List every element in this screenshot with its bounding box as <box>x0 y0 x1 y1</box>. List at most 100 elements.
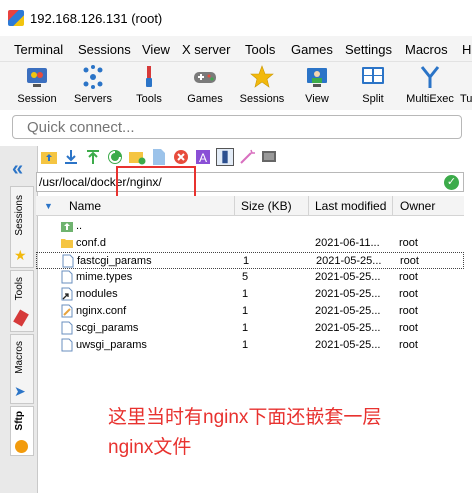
file-row[interactable]: uwsgi_params 1 2021-05-25... root <box>36 337 464 354</box>
file-size: 5 <box>242 271 249 283</box>
file-name: scgi_params <box>76 322 139 334</box>
file-owner: root <box>400 255 419 267</box>
col-size[interactable]: Size (KB) <box>241 199 292 213</box>
menu-help[interactable]: H <box>462 42 471 57</box>
new-file-icon[interactable] <box>150 148 168 166</box>
annotation-text: 这里当时有nginx下面还嵌套一层 nginx文件 <box>108 403 448 463</box>
sort-arrow-icon[interactable]: ▼ <box>44 201 53 211</box>
file-size: 1 <box>243 255 250 267</box>
file-owner: root <box>399 237 418 249</box>
split-button[interactable]: Split <box>354 64 392 105</box>
terminal-icon[interactable] <box>260 148 278 166</box>
tools-icon <box>146 66 152 87</box>
split-icon <box>362 67 384 84</box>
file-table-header: ▼ Name Size (KB) Last modified Owner <box>36 196 464 216</box>
gamepad-icon <box>194 72 216 83</box>
file-name: conf.d <box>76 237 106 249</box>
file-icon <box>61 338 73 352</box>
parent-folder-icon[interactable] <box>40 148 58 166</box>
file-modified: 2021-05-25... <box>315 305 381 317</box>
file-owner: root <box>399 339 418 351</box>
confirm-path-icon[interactable]: ✓ <box>444 175 459 190</box>
menu-games[interactable]: Games <box>291 42 333 57</box>
multiexec-icon <box>420 66 440 88</box>
window-title: 192.168.126.131 (root) <box>30 11 163 26</box>
annotation-line-1: 这里当时有nginx下面还嵌套一层 <box>108 407 382 428</box>
servers-button[interactable]: Servers <box>70 64 116 105</box>
file-row[interactable]: scgi_params 1 2021-05-25... root <box>36 320 464 337</box>
menu-tools[interactable]: Tools <box>245 42 275 57</box>
paper-plane-icon: ➤ <box>14 383 26 399</box>
file-owner: root <box>399 305 418 317</box>
terminal-follow-icon[interactable] <box>216 148 234 166</box>
tunneling-icon <box>460 64 472 90</box>
tab-tools[interactable]: Tools <box>10 270 34 332</box>
tab-sessions[interactable]: Sessions ★ <box>10 186 34 268</box>
tunneling-button[interactable]: Tu <box>460 64 472 105</box>
session-button[interactable]: Session <box>16 64 58 105</box>
menu-sessions[interactable]: Sessions <box>78 42 131 57</box>
file-size: 1 <box>242 305 249 317</box>
file-row[interactable]: nginx.conf 1 2021-05-25... root <box>36 303 464 320</box>
path-input[interactable]: /usr/local/docker/nginx/ ✓ <box>36 172 464 192</box>
file-name: uwsgi_params <box>76 339 147 351</box>
rename-icon[interactable]: A <box>194 148 212 166</box>
menu-x-server[interactable]: X server <box>182 42 230 57</box>
quick-connect-input[interactable] <box>12 115 462 139</box>
file-owner: root <box>399 288 418 300</box>
file-modified: 2021-05-25... <box>315 322 381 334</box>
view-icon <box>307 68 327 87</box>
games-button[interactable]: Games <box>184 64 226 105</box>
sessions-button[interactable]: Sessions <box>238 64 286 105</box>
file-size: 1 <box>242 339 249 351</box>
collapse-sidebar-icon[interactable]: « <box>12 158 23 181</box>
sftp-globe-icon <box>15 440 28 453</box>
file-row[interactable]: modules 1 2021-05-25... root <box>36 286 464 303</box>
file-name: fastcgi_params <box>77 255 152 267</box>
file-row[interactable]: fastcgi_params 1 2021-05-25... root <box>36 252 464 269</box>
new-folder-icon[interactable] <box>128 148 146 166</box>
file-owner: root <box>399 271 418 283</box>
folder-icon <box>61 239 73 248</box>
menu-view[interactable]: View <box>142 42 170 57</box>
file-row[interactable]: mime.types 5 2021-05-25... root <box>36 269 464 286</box>
view-button[interactable]: View <box>298 64 336 105</box>
main-toolbar: Session Servers Tools Games Sessions Vie… <box>0 62 472 110</box>
mobaxterm-app-icon <box>8 10 24 26</box>
tab-sftp[interactable]: Sftp <box>10 406 34 456</box>
refresh-icon[interactable] <box>106 148 124 166</box>
file-icon <box>61 321 73 335</box>
col-owner[interactable]: Owner <box>400 199 435 213</box>
star-icon <box>250 65 274 88</box>
annotation-line-2: nginx文件 <box>108 437 192 458</box>
file-modified: 2021-05-25... <box>315 339 381 351</box>
file-row[interactable]: .. <box>36 218 464 235</box>
tab-macros[interactable]: Macros ➤ <box>10 334 34 404</box>
tools-icon <box>13 309 29 327</box>
delete-icon[interactable] <box>172 148 190 166</box>
file-modified: 2021-06-11... <box>315 237 380 249</box>
col-last-modified[interactable]: Last modified <box>315 199 386 213</box>
download-icon[interactable] <box>62 148 80 166</box>
file-name: mime.types <box>76 271 133 283</box>
col-name[interactable]: Name <box>69 199 101 213</box>
parent-dir-icon <box>61 222 73 232</box>
file-modified: 2021-05-25... <box>316 255 382 267</box>
wand-icon[interactable] <box>238 148 256 166</box>
title-bar: 192.168.126.131 (root) <box>0 0 472 36</box>
tools-button[interactable]: Tools <box>128 64 170 105</box>
file-name: nginx.conf <box>76 305 127 317</box>
file-size: 1 <box>242 288 249 300</box>
upload-icon[interactable] <box>84 148 102 166</box>
multiexec-button[interactable]: MultiExec <box>404 64 456 105</box>
file-row[interactable]: conf.d 2021-06-11... root <box>36 235 464 252</box>
file-name: .. <box>76 220 83 232</box>
file-owner: root <box>399 322 418 334</box>
menu-bar: Terminal Sessions View X server Tools Ga… <box>0 36 472 62</box>
svg-text:A: A <box>199 151 207 165</box>
menu-terminal[interactable]: Terminal <box>14 42 63 57</box>
menu-settings[interactable]: Settings <box>345 42 392 57</box>
file-modified: 2021-05-25... <box>315 271 381 283</box>
menu-macros[interactable]: Macros <box>405 42 448 57</box>
file-modified: 2021-05-25... <box>315 288 381 300</box>
